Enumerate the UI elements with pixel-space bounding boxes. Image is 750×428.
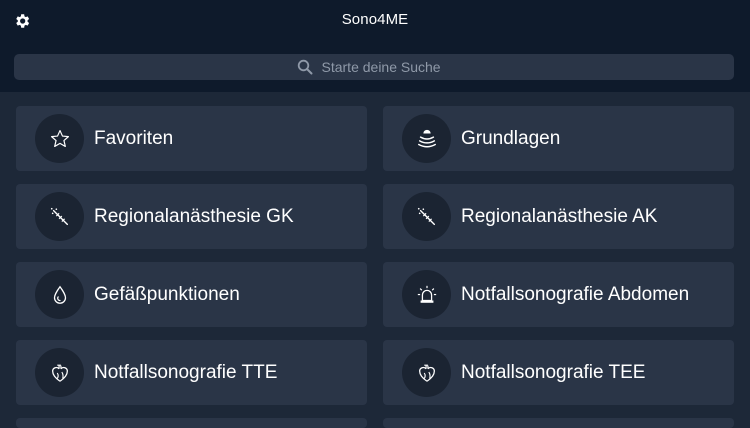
icon-circle [35, 270, 84, 319]
category-notfallsonografie-tee[interactable]: Notfallsonografie TEE [383, 340, 734, 405]
category-label: Regionalanästhesie GK [94, 205, 294, 227]
icon-circle [35, 192, 84, 241]
category-tile-partial[interactable] [383, 418, 734, 428]
category-label: Regionalanästhesie AK [461, 205, 658, 227]
needle-icon [417, 207, 435, 225]
category-gefaesspunktionen[interactable]: Gefäßpunktionen [16, 262, 367, 327]
category-label: Notfallsonografie Abdomen [461, 283, 690, 305]
search-input[interactable] [321, 59, 452, 75]
star-icon [50, 129, 69, 147]
category-tile-partial[interactable] [16, 418, 367, 428]
needle-icon [50, 207, 68, 225]
category-notfallsonografie-abdomen[interactable]: Notfallsonografie Abdomen [383, 262, 734, 327]
icon-circle [402, 192, 451, 241]
icon-circle [402, 114, 451, 163]
blood-drop-icon [53, 285, 66, 304]
icon-circle [35, 348, 84, 397]
category-regionalanaesthesie-gk[interactable]: Regionalanästhesie GK [16, 184, 367, 249]
icon-circle [35, 114, 84, 163]
category-label: Gefäßpunktionen [94, 283, 240, 305]
category-label: Notfallsonografie TEE [461, 361, 646, 383]
search-bar[interactable] [14, 54, 734, 80]
icon-circle [402, 270, 451, 319]
icon-circle [402, 348, 451, 397]
heart-icon [418, 364, 435, 382]
app-title: Sono4ME [341, 11, 409, 28]
category-label: Grundlagen [461, 127, 561, 149]
category-regionalanaesthesie-ak[interactable]: Regionalanästhesie AK [383, 184, 734, 249]
category-label: Notfallsonografie TTE [94, 361, 278, 383]
category-favoriten[interactable]: Favoriten [16, 106, 367, 171]
emergency-light-icon [417, 285, 436, 303]
top-bar: Sono4ME [0, 0, 750, 92]
category-notfallsonografie-tte[interactable]: Notfallsonografie TTE [16, 340, 367, 405]
ultrasound-waves-icon [417, 129, 436, 148]
category-label: Favoriten [94, 127, 174, 149]
category-grundlagen[interactable]: Grundlagen [383, 106, 734, 171]
heart-icon [51, 364, 68, 382]
search-icon [297, 59, 312, 75]
